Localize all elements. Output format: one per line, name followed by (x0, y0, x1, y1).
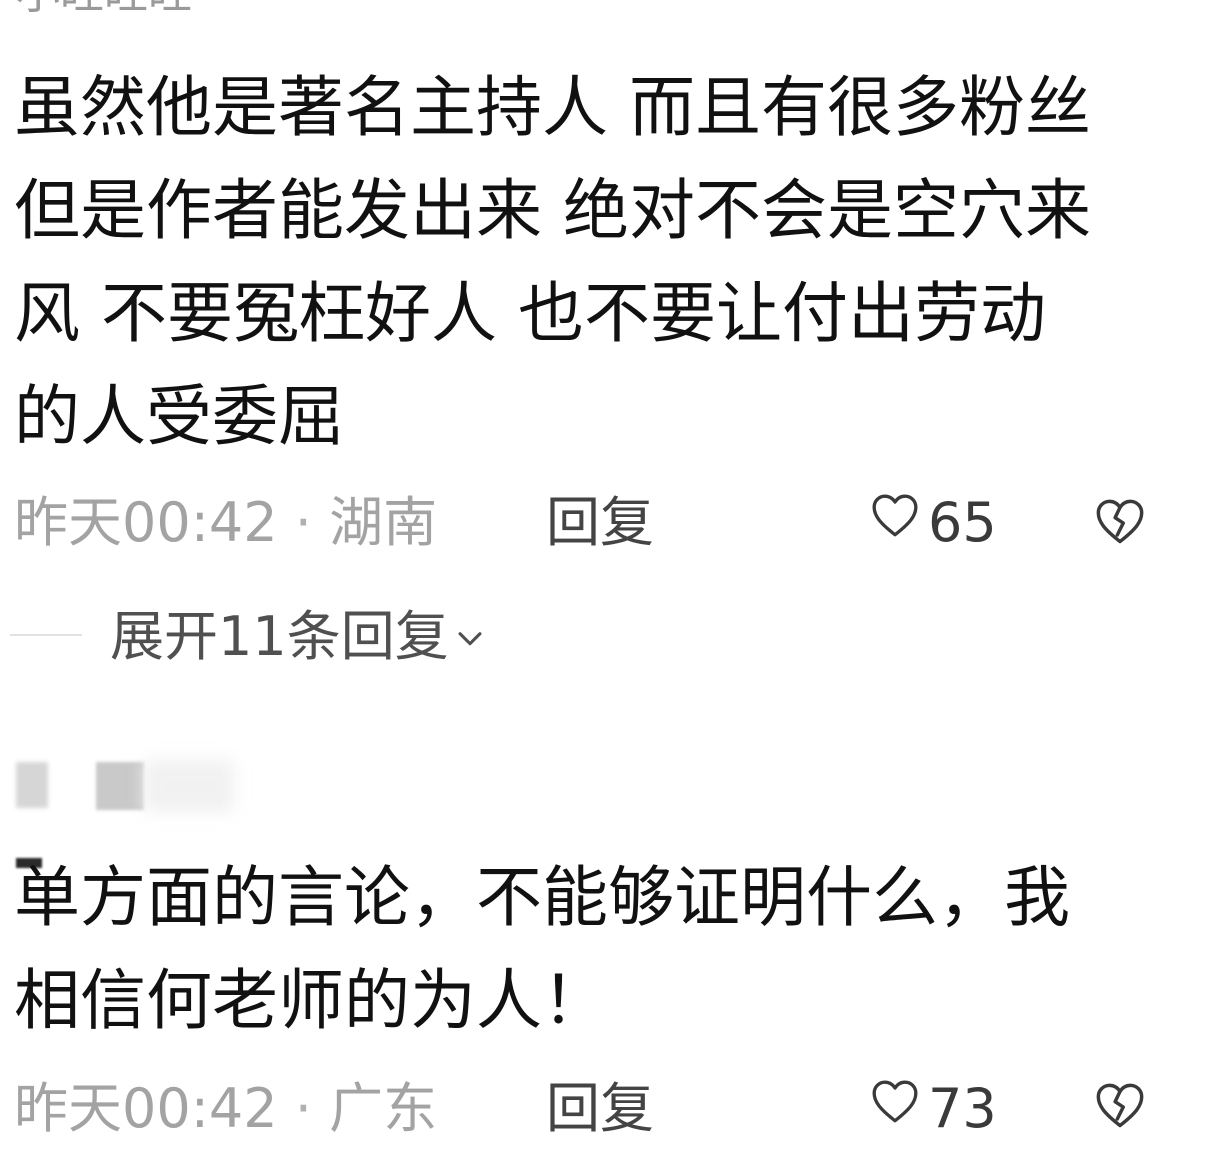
broken-heart-icon (1094, 499, 1146, 552)
comment-2-like-count: 73 (928, 1077, 997, 1140)
comment-1-location: 湖南 (329, 491, 438, 554)
expand-replies-button[interactable]: 展开11条回复 (110, 602, 487, 672)
chevron-down-icon (449, 602, 487, 672)
comment-1-text: 虽然他是著名主持人 而且有很多粉丝 但是作者能发出来 绝对不会是空穴来 风 不要… (14, 56, 1091, 468)
broken-heart-icon (1094, 1083, 1146, 1136)
comment-1-dislike-button[interactable] (1094, 496, 1150, 552)
expand-divider (10, 634, 82, 636)
comment-2-dislike-button[interactable] (1094, 1080, 1150, 1136)
comment-1-username[interactable]: 小旺旺旺 (16, 0, 192, 24)
comment-1-meta: 昨天00:42 · 湖南 (14, 488, 437, 558)
comment-1-reply-button[interactable]: 回复 (546, 488, 654, 558)
comment-1-like-button[interactable]: 65 (870, 488, 997, 558)
comment-1-line-2: 但是作者能发出来 绝对不会是空穴来 (14, 172, 1091, 249)
expand-replies-label: 展开11条回复 (110, 605, 449, 668)
comment-2-reply-button[interactable]: 回复 (546, 1074, 654, 1144)
comment-1-line-1: 虽然他是著名主持人 而且有很多粉丝 (14, 69, 1091, 146)
comment-2-line-1: 单方面的言论，不能够证明什么，我 (14, 859, 1070, 936)
comment-2-like-button[interactable]: 73 (870, 1074, 997, 1144)
comment-2-time: 昨天00:42 (14, 1077, 278, 1140)
comment-2-meta: 昨天00:42 · 广东 (14, 1074, 437, 1144)
comment-1-time: 昨天00:42 (14, 491, 278, 554)
comment-1-line-4: 的人受委屈 (14, 378, 344, 455)
comment-2-location: 广东 (329, 1077, 438, 1140)
heart-outline-icon (870, 488, 920, 558)
heart-outline-icon (870, 1074, 920, 1144)
comment-1-line-3: 风 不要冤枉好人 也不要让付出劳动 (14, 275, 1046, 352)
meta-separator: · (294, 491, 312, 554)
comment-2-line-2: 相信何老师的为人！ (14, 962, 608, 1039)
avatar[interactable] (16, 762, 48, 808)
comment-2-username-blurred[interactable] (96, 762, 144, 810)
meta-separator: · (294, 1077, 312, 1140)
comment-2-text: 单方面的言论，不能够证明什么，我 相信何老师的为人！ (14, 846, 1070, 1052)
comment-1-like-count: 65 (928, 491, 997, 554)
username-blur-fade (144, 760, 234, 812)
